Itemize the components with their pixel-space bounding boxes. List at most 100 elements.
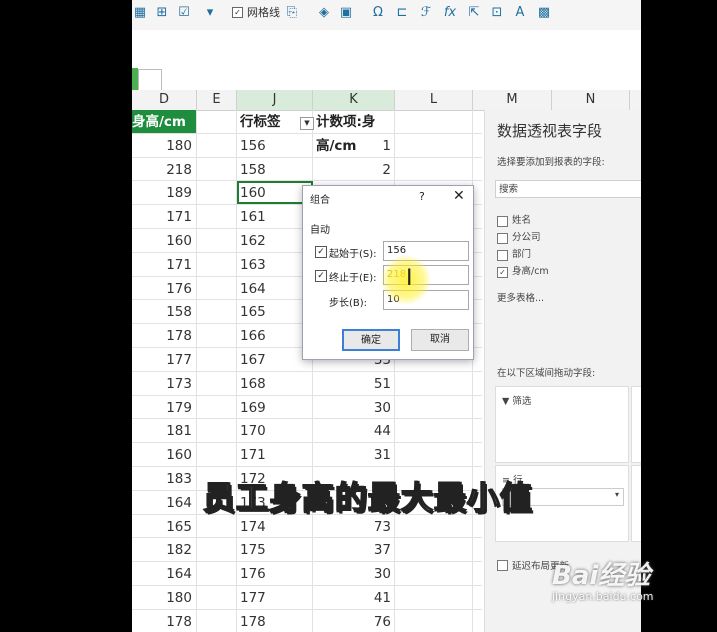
values-area[interactable]	[631, 465, 641, 542]
cell[interactable]	[197, 229, 237, 252]
cell[interactable]	[197, 205, 237, 228]
count-cell[interactable]: 1	[313, 133, 395, 157]
field-checkbox[interactable]	[497, 216, 508, 227]
cell[interactable]	[395, 110, 473, 133]
column-header-l[interactable]: L	[395, 90, 473, 110]
cell[interactable]	[197, 110, 237, 133]
cell[interactable]	[197, 133, 237, 157]
fx-icon[interactable]: fx	[442, 5, 458, 21]
paste-icon[interactable]: ⎘	[284, 5, 300, 21]
cell[interactable]	[197, 348, 237, 371]
cell[interactable]	[197, 538, 237, 562]
wrap-icon[interactable]: ⊏	[394, 5, 410, 21]
column-header-e[interactable]: E	[197, 90, 237, 110]
freeze-icon[interactable]: ▦	[132, 5, 148, 21]
cell[interactable]	[197, 371, 237, 395]
height-cell[interactable]: 180	[132, 133, 197, 157]
height-cell[interactable]: 176	[132, 276, 197, 300]
height-cell[interactable]: 178	[132, 324, 197, 347]
chevron-down-icon[interactable]: ▾	[202, 5, 218, 21]
cell[interactable]	[197, 419, 237, 443]
count-cell[interactable]: 31	[313, 443, 395, 466]
cell[interactable]	[197, 324, 237, 347]
columns-area[interactable]	[631, 386, 641, 463]
cell[interactable]	[197, 276, 237, 300]
header-cell-count[interactable]: 计数项:身高/cm	[313, 110, 395, 154]
row-label-cell[interactable]: 170	[237, 419, 313, 443]
height-cell[interactable]: 173	[132, 371, 197, 395]
height-cell[interactable]: 178	[132, 609, 197, 632]
cell[interactable]	[197, 181, 237, 205]
height-cell[interactable]: 189	[132, 181, 197, 205]
column-header-n[interactable]: N	[552, 90, 630, 110]
help-icon[interactable]: ?	[419, 190, 425, 203]
height-cell[interactable]: 165	[132, 514, 197, 538]
height-cell[interactable]: 171	[132, 205, 197, 228]
cell[interactable]	[197, 562, 237, 585]
filter-dropdown-icon[interactable]: ▼	[300, 117, 314, 130]
cell[interactable]	[197, 586, 237, 609]
formula-icon[interactable]: ℱ	[418, 5, 434, 21]
height-cell[interactable]: 171	[132, 252, 197, 276]
symbol-icon[interactable]: Ω	[370, 5, 386, 21]
field-search-input[interactable]: 搜索	[495, 180, 641, 198]
end-input[interactable]: 218	[383, 265, 469, 285]
filter-icon[interactable]: ⊡	[489, 5, 505, 21]
end-checkbox[interactable]: ✓	[315, 270, 327, 282]
count-cell[interactable]: 30	[313, 562, 395, 585]
height-cell[interactable]: 164	[132, 490, 197, 514]
row-label-cell[interactable]: 178	[237, 609, 313, 632]
cell[interactable]	[395, 157, 473, 181]
row-label-cell[interactable]: 158	[237, 157, 313, 181]
height-cell[interactable]: 180	[132, 586, 197, 609]
close-icon[interactable]: ✕	[453, 188, 465, 204]
cell[interactable]	[395, 538, 473, 562]
cell[interactable]	[395, 562, 473, 585]
filter-area[interactable]: ▼ 筛选	[495, 386, 629, 463]
field-checkbox[interactable]	[497, 233, 508, 244]
cell[interactable]	[395, 371, 473, 395]
cell[interactable]	[197, 300, 237, 324]
cell[interactable]	[395, 443, 473, 466]
start-input[interactable]: 156	[383, 241, 469, 261]
row-label-cell[interactable]: 156	[237, 133, 313, 157]
height-cell[interactable]: 158	[132, 300, 197, 324]
count-cell[interactable]: 51	[313, 371, 395, 395]
column-header-j[interactable]: J	[237, 90, 313, 110]
cancel-button[interactable]: 取消	[411, 329, 469, 351]
count-cell[interactable]: 44	[313, 419, 395, 443]
gridlines-checkbox[interactable]: ✓	[232, 7, 243, 18]
link-icon[interactable]: ⇱	[466, 5, 482, 21]
height-cell[interactable]: 177	[132, 348, 197, 371]
step-input[interactable]: 10	[383, 290, 469, 310]
start-checkbox[interactable]: ✓	[315, 246, 327, 258]
cell[interactable]	[395, 586, 473, 609]
more-tables-link[interactable]: 更多表格...	[497, 290, 544, 304]
picture-icon[interactable]: ▣	[338, 5, 354, 21]
column-header-k[interactable]: K	[313, 90, 395, 110]
height-cell[interactable]: 160	[132, 443, 197, 466]
field-checkbox[interactable]	[497, 250, 508, 261]
cell[interactable]	[197, 609, 237, 632]
table-icon[interactable]: ⊞	[154, 5, 170, 21]
textbox-icon[interactable]: A	[512, 5, 528, 21]
cell[interactable]	[197, 252, 237, 276]
row-label-cell[interactable]: 177	[237, 586, 313, 609]
cell[interactable]	[395, 419, 473, 443]
cell[interactable]	[197, 157, 237, 181]
row-label-cell[interactable]: 171	[237, 443, 313, 466]
row-label-cell[interactable]: 176	[237, 562, 313, 585]
cell[interactable]	[395, 609, 473, 632]
defer-update-checkbox[interactable]	[497, 560, 508, 571]
field-checkbox-checked[interactable]: ✓	[497, 267, 508, 278]
shapes-icon[interactable]: ◈	[316, 5, 332, 21]
count-cell[interactable]: 41	[313, 586, 395, 609]
count-cell[interactable]: 76	[313, 609, 395, 632]
height-cell[interactable]: 160	[132, 229, 197, 252]
count-cell[interactable]: 30	[313, 395, 395, 419]
height-cell[interactable]: 164	[132, 562, 197, 585]
row-label-cell[interactable]: 169	[237, 395, 313, 419]
header-cell-row-labels[interactable]: 行标签 ▼	[237, 110, 314, 133]
name-box[interactable]	[138, 69, 162, 91]
column-header-d[interactable]: D	[132, 90, 197, 110]
